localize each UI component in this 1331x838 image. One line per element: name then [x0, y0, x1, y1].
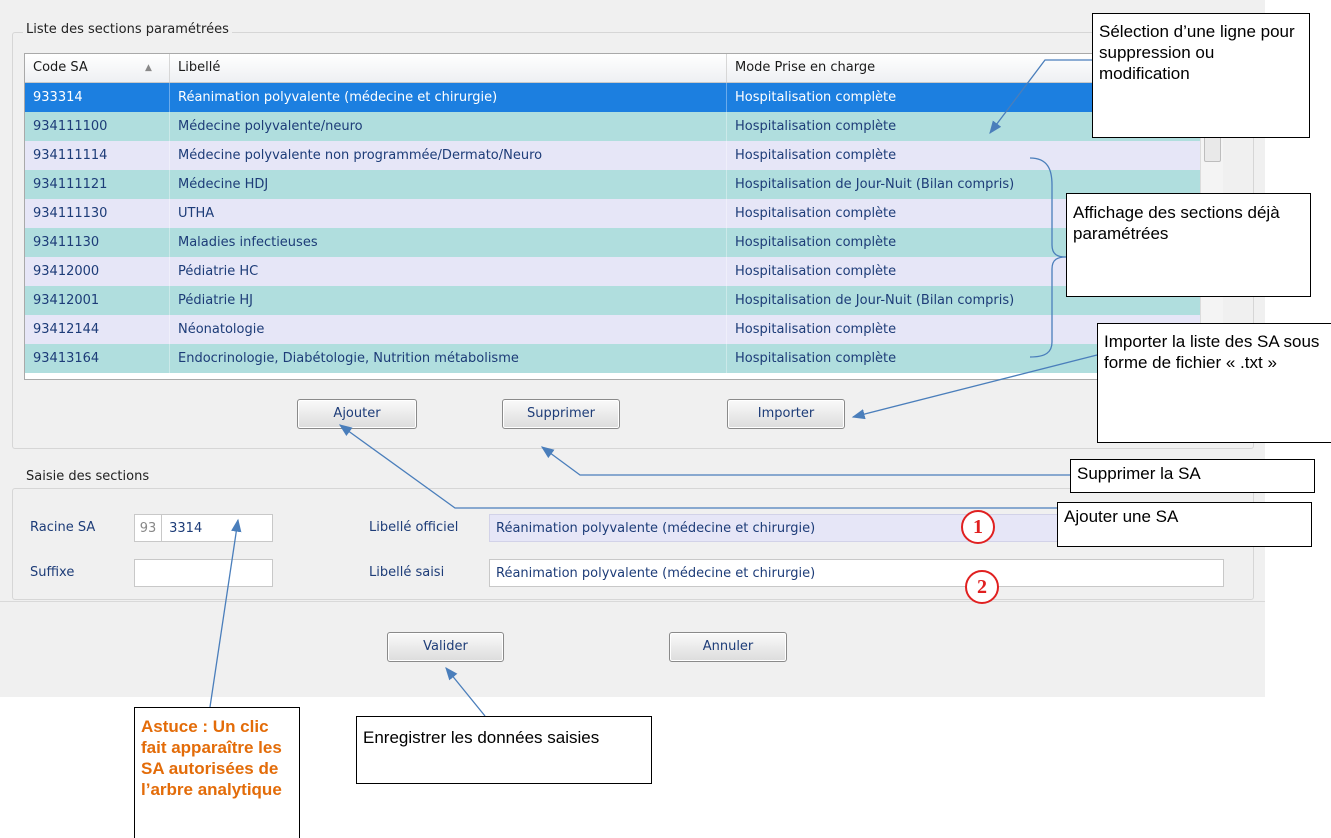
annotation-display: Affichage des sections déjà paramétrées	[1066, 193, 1311, 297]
annotation-delete: Supprimer la SA	[1070, 459, 1315, 493]
annotation-tip: Astuce : Un clic fait apparaître les SA …	[134, 707, 300, 838]
annotation-add: Ajouter une SA	[1057, 502, 1312, 547]
marker-1: 1	[961, 510, 995, 544]
annotation-import: Importer la liste des SA sous forme de f…	[1097, 323, 1331, 443]
annotation-selection: Sélection d’une ligne pour suppression o…	[1092, 13, 1310, 138]
annotation-save: Enregistrer les données saisies	[356, 716, 652, 784]
marker-2: 2	[965, 570, 999, 604]
